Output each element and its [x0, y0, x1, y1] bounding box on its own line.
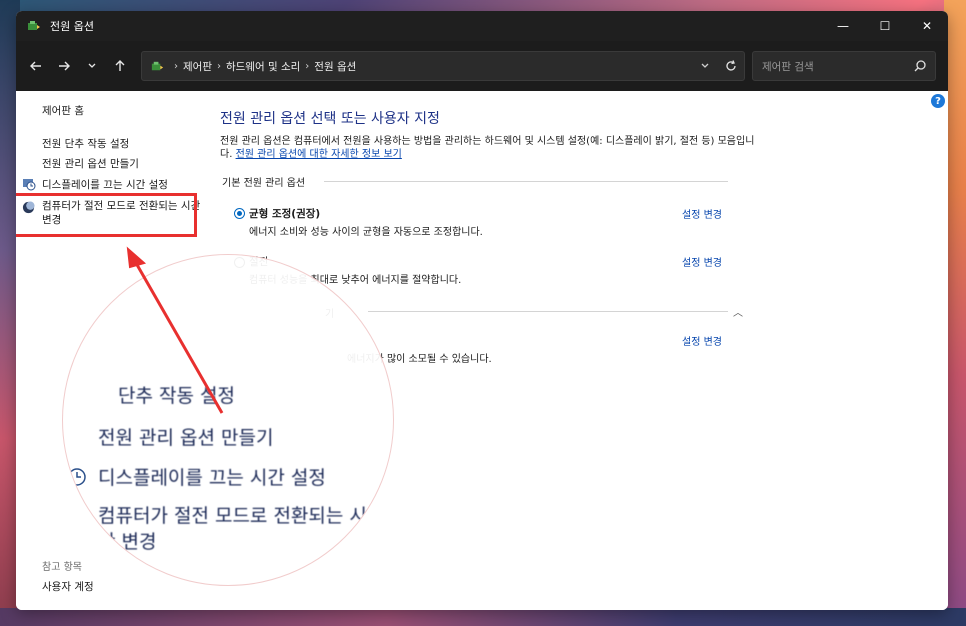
change-settings-balanced-link[interactable]: 설정 변경 [682, 206, 722, 221]
plan-desc-balanced: 에너지 소비와 성능 사이의 균형을 자동으로 조정합니다. [249, 227, 483, 238]
title-bar: 전원 옵션 — ☐ ✕ [16, 11, 948, 41]
display-clock-icon [68, 468, 86, 486]
breadcrumb-separator: › [305, 60, 310, 72]
balanced-radio[interactable] [234, 208, 245, 219]
maximize-button[interactable]: ☐ [864, 11, 906, 41]
content-area: 제어판 홈 전원 단추 작동 설정 전원 관리 옵션 만들기 디스플레이를 끄는… [16, 91, 948, 610]
zoom-magnifier: 단추 작동 설정 전원 관리 옵션 만들기 디스플레이를 끄는 시간 설정 컴퓨… [62, 254, 394, 586]
search-input[interactable]: 제어판 검색 [752, 51, 936, 81]
search-placeholder: 제어판 검색 [762, 60, 814, 73]
refresh-button[interactable] [724, 52, 738, 80]
forward-arrow-icon [59, 61, 70, 71]
address-box[interactable]: › 제어판 › 하드웨어 및 소리 › 전원 옵션 [141, 51, 745, 81]
change-settings-hidden-link[interactable]: 설정 변경 [682, 333, 722, 348]
back-arrow-icon [30, 61, 41, 71]
zoom-item-sleep-time: 컴퓨터가 절전 모드로 전환되는 시간 변경 [98, 505, 367, 553]
minimize-button[interactable]: — [822, 11, 864, 41]
address-bar-row: › 제어판 › 하드웨어 및 소리 › 전원 옵션 제어판 검색 [16, 41, 948, 91]
window-title: 전원 옵션 [50, 20, 94, 33]
chevron-down-icon [701, 63, 709, 68]
sidebar-item-user-accounts[interactable]: 사용자 계정 [42, 579, 94, 594]
breadcrumb-separator: › [174, 60, 178, 72]
page-description: 전원 관리 옵션은 컴퓨터에서 전원을 사용하는 방법을 관리하는 하드웨어 및… [220, 135, 760, 161]
more-plans-divider [368, 311, 728, 312]
sidebar-item-display-off[interactable]: 디스플레이를 끄는 시간 설정 [42, 177, 168, 192]
breadcrumb-power-options[interactable]: 전원 옵션 [314, 59, 356, 74]
sidebar-item-home[interactable]: 제어판 홈 [42, 103, 84, 118]
group-divider [324, 181, 728, 182]
change-settings-power-saver-link[interactable]: 설정 변경 [682, 254, 722, 269]
back-button[interactable] [22, 52, 50, 80]
breadcrumb-separator: › [216, 60, 221, 72]
highlight-box [16, 193, 197, 237]
refresh-icon [726, 60, 736, 71]
search-icon [914, 60, 926, 72]
control-panel-window: 전원 옵션 — ☐ ✕ › 제어판 › 하드웨어 및 소리 › 전원 옵션 제어… [16, 11, 948, 610]
window-controls: — ☐ ✕ [822, 11, 948, 41]
moon-icon [66, 508, 83, 524]
more-info-link[interactable]: 전원 관리 옵션에 대한 자세한 정보 보기 [236, 149, 402, 160]
up-button[interactable] [106, 52, 134, 80]
breadcrumb-control-panel[interactable]: 제어판 [183, 59, 212, 74]
see-also-heading: 참고 항목 [42, 562, 82, 573]
address-dropdown-button[interactable] [700, 52, 710, 80]
page-title: 전원 관리 옵션 선택 또는 사용자 지정 [220, 111, 440, 127]
display-clock-icon [23, 179, 36, 191]
chevron-down-icon [88, 63, 96, 68]
desktop-wallpaper-bottom [0, 608, 966, 626]
chevron-up-icon[interactable]: ︿ [733, 304, 743, 319]
sidebar-item-create-plan[interactable]: 전원 관리 옵션 만들기 [42, 156, 139, 171]
forward-button[interactable] [50, 52, 78, 80]
close-button[interactable]: ✕ [906, 11, 948, 41]
sidebar-item-power-button[interactable]: 전원 단추 작동 설정 [42, 136, 129, 151]
control-panel-icon [151, 61, 164, 70]
up-arrow-icon [115, 60, 125, 71]
zoom-item-display-off: 디스플레이를 끄는 시간 설정 [98, 467, 326, 489]
recent-locations-button[interactable] [78, 52, 106, 80]
power-options-icon [28, 21, 40, 30]
zoom-item-power-button: 단추 작동 설정 [118, 385, 235, 407]
help-icon[interactable]: ? [931, 94, 945, 108]
plan-name-balanced[interactable]: 균형 조정(권장) [249, 206, 320, 221]
breadcrumb-hardware-sound[interactable]: 하드웨어 및 소리 [226, 59, 300, 74]
group-title: 기본 전원 관리 옵션 [222, 178, 306, 189]
zoom-item-create-plan: 전원 관리 옵션 만들기 [98, 427, 274, 449]
